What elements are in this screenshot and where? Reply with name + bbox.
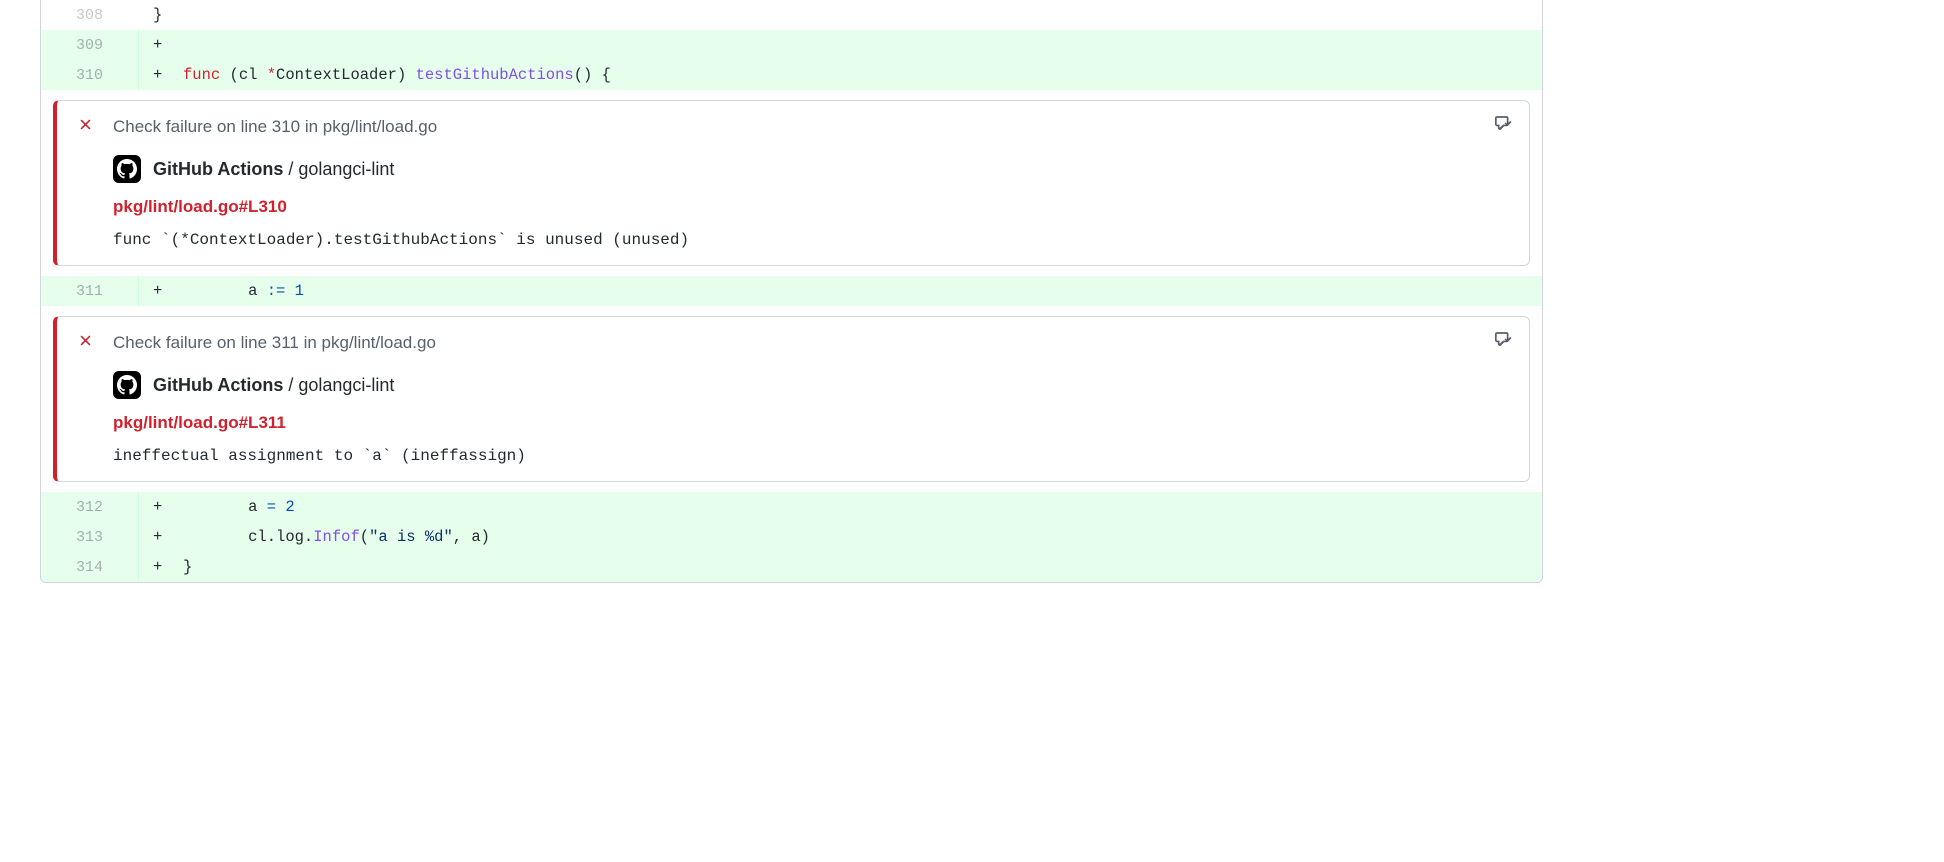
code-line: } (139, 0, 1542, 30)
line-number[interactable]: 313 (41, 522, 139, 552)
resolve-conversation-icon[interactable] (1495, 115, 1513, 136)
code-row: 313 + cl.log.Infof("a is %d", a) (41, 522, 1542, 552)
line-number[interactable]: 311 (41, 276, 139, 306)
annotation-summary: Check failure on line 311 in pkg/lint/lo… (113, 333, 1513, 353)
code-row: 310 + func (cl *ContextLoader) testGithu… (41, 60, 1542, 90)
failure-x-icon (77, 116, 94, 138)
annotation-summary: Check failure on line 310 in pkg/lint/lo… (113, 117, 1513, 137)
resolve-conversation-icon[interactable] (1495, 331, 1513, 352)
annotation-message: ineffectual assignment to `a` (ineffassi… (113, 447, 1513, 465)
code-row: 309 + (41, 30, 1542, 60)
line-number[interactable]: 314 (41, 552, 139, 582)
line-number[interactable]: 312 (41, 492, 139, 522)
github-logo-icon (113, 155, 141, 183)
diff-container: 308 } 309 + 310 + func (cl *ContextLoade… (40, 0, 1543, 583)
line-number[interactable]: 310 (41, 60, 139, 90)
annotation-message: func `(*ContextLoader).testGithubActions… (113, 231, 1513, 249)
check-annotation: Check failure on line 310 in pkg/lint/lo… (41, 90, 1542, 276)
code-row: 314 + } (41, 552, 1542, 582)
code-line: + func (cl *ContextLoader) testGithubAct… (139, 60, 1542, 90)
code-line: + cl.log.Infof("a is %d", a) (139, 522, 1542, 552)
code-row: 312 + a = 2 (41, 492, 1542, 522)
code-line: + a := 1 (139, 276, 1542, 306)
code-line: + } (139, 552, 1542, 582)
code-row: 308 } (41, 0, 1542, 30)
check-annotation: Check failure on line 311 in pkg/lint/lo… (41, 306, 1542, 492)
code-row: 311 + a := 1 (41, 276, 1542, 306)
code-line: + a = 2 (139, 492, 1542, 522)
code-line: + (139, 30, 1542, 60)
annotation-file-link[interactable]: pkg/lint/load.go#L310 (113, 197, 1513, 217)
annotation-file-link[interactable]: pkg/lint/load.go#L311 (113, 413, 1513, 433)
annotation-check-name[interactable]: GitHub Actions / golangci-lint (153, 159, 394, 180)
line-number[interactable]: 308 (41, 0, 139, 30)
github-logo-icon (113, 371, 141, 399)
line-number[interactable]: 309 (41, 30, 139, 60)
failure-x-icon (77, 332, 94, 354)
annotation-check-name[interactable]: GitHub Actions / golangci-lint (153, 375, 394, 396)
